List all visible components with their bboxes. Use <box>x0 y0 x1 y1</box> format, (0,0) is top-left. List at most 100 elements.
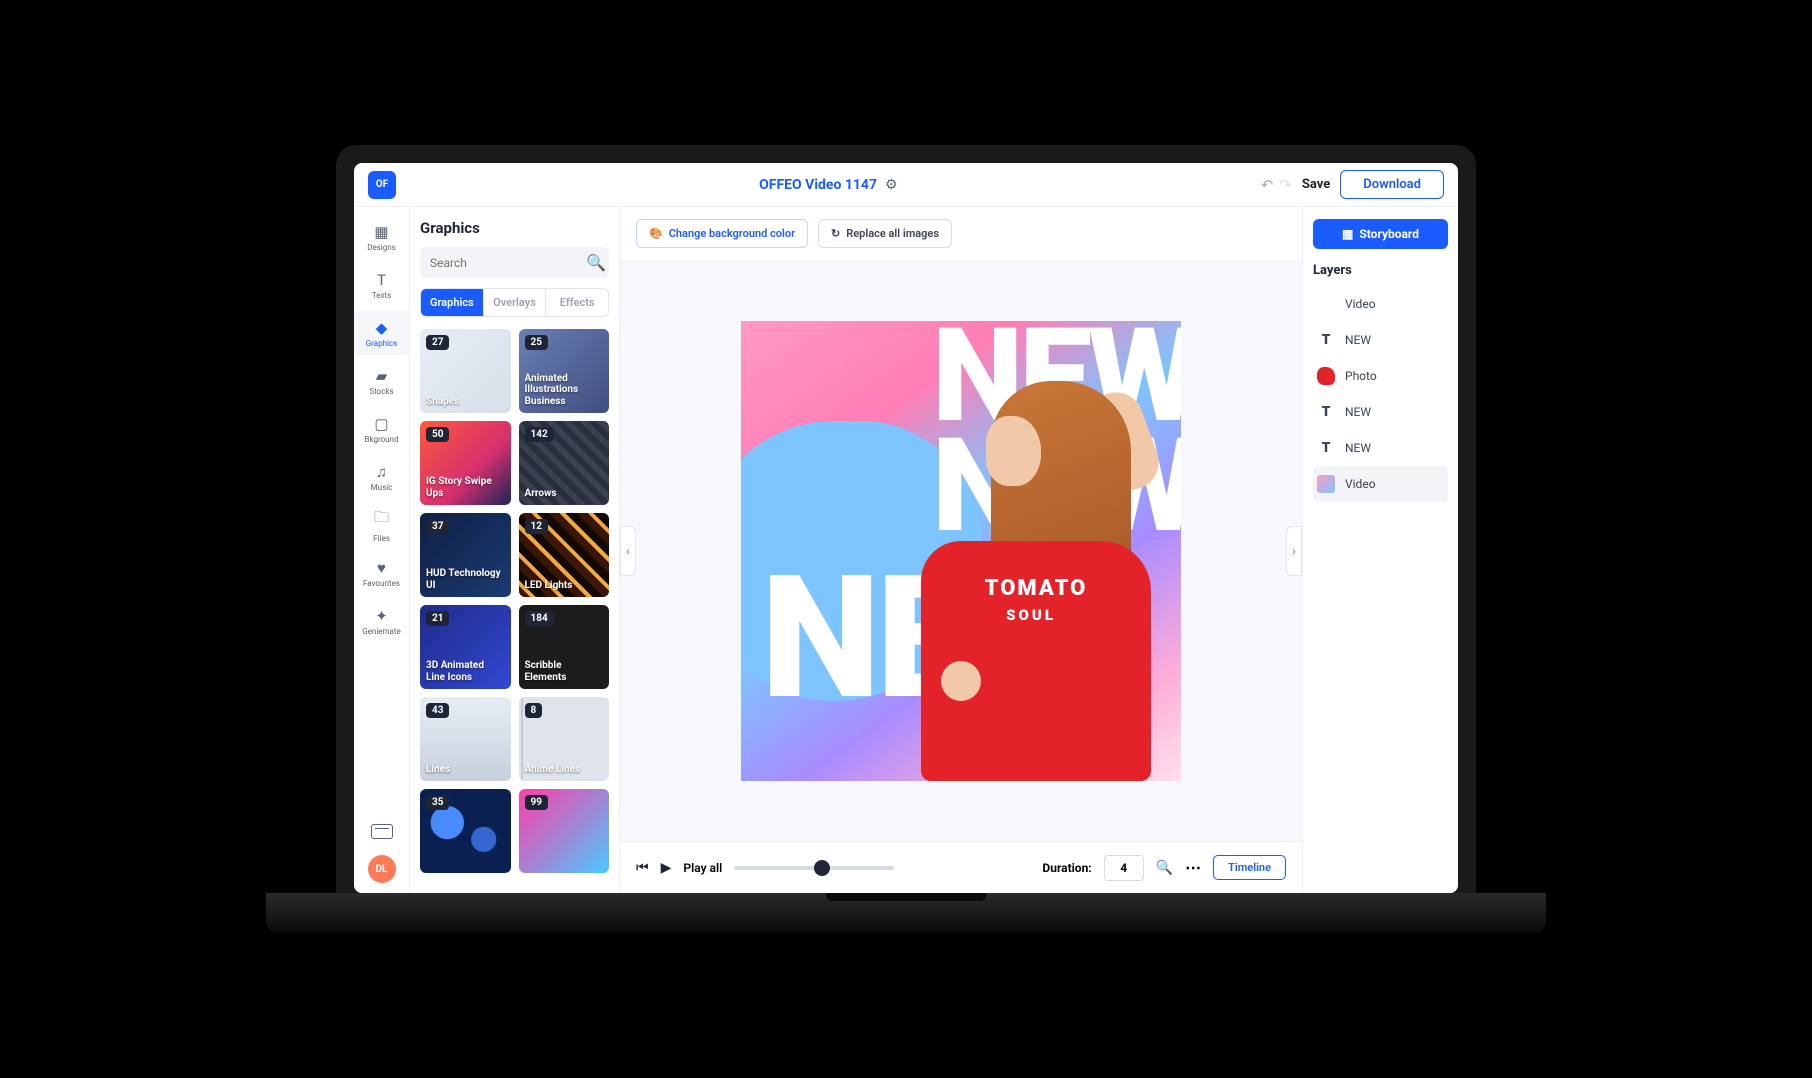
graphics-card[interactable]: 27Shapes <box>420 329 511 413</box>
redo-icon[interactable]: ↷ <box>1279 176 1292 194</box>
graphics-card[interactable]: 50IG Story Swipe Ups <box>420 421 511 505</box>
skip-back-icon[interactable]: ⏮ <box>636 860 649 876</box>
rail-designs[interactable]: ▦Designs <box>354 215 410 259</box>
graphics-card[interactable]: 21 3D Animated Line Icons <box>420 605 511 689</box>
card-label: 3D Animated Line Icons <box>426 660 505 683</box>
card-count: 35 <box>426 795 449 810</box>
refresh-icon: ↻ <box>831 227 840 240</box>
storyboard-button[interactable]: ▦Storyboard <box>1313 219 1448 249</box>
music-icon: ♫ <box>376 463 387 481</box>
rail-stocks[interactable]: ▰Stocks <box>354 359 410 403</box>
layer-name: Video <box>1345 477 1376 491</box>
duration-input[interactable] <box>1104 855 1144 881</box>
right-panel: ▦Storyboard Layers VideoTNEWPhotoTNEWTNE… <box>1302 207 1458 893</box>
left-rail: ▦DesignsTTexts◆Graphics▰Stocks▢Bkground♫… <box>354 207 410 893</box>
text-icon: T <box>1317 439 1335 457</box>
layer-item[interactable]: Video <box>1313 466 1448 502</box>
project-title[interactable]: OFFEO Video 1147 <box>759 177 877 193</box>
change-bg-button[interactable]: 🎨Change background color <box>636 219 808 248</box>
storyboard-icon: ▦ <box>1342 227 1353 241</box>
download-button[interactable]: Download <box>1340 170 1444 199</box>
layer-item[interactable]: T NEW <box>1313 430 1448 466</box>
panel-title: Graphics <box>420 219 609 237</box>
play-all-label: Play all <box>683 861 722 875</box>
layer-name: NEW <box>1345 441 1371 455</box>
undo-icon[interactable]: ↶ <box>1261 176 1274 194</box>
user-avatar[interactable]: DL <box>368 855 396 883</box>
prev-scene-button[interactable]: ‹ <box>620 526 636 576</box>
layer-name: Photo <box>1345 369 1377 383</box>
rail-files[interactable]: 🗀Files <box>354 503 410 547</box>
timeline-button[interactable]: Timeline <box>1213 855 1286 880</box>
designs-icon: ▦ <box>374 223 388 241</box>
replace-images-button[interactable]: ↻Replace all images <box>818 219 952 248</box>
stocks-icon: ▰ <box>376 367 388 385</box>
text-icon: T <box>1317 331 1335 349</box>
layer-item[interactable]: Photo <box>1313 358 1448 394</box>
card-count: 21 <box>426 611 449 626</box>
graphics-card[interactable]: 8 Anime Lines <box>519 697 610 781</box>
texts-icon: T <box>377 271 386 289</box>
card-count: 43 <box>426 703 449 718</box>
card-count: 8 <box>525 703 543 718</box>
graphics-card[interactable]: 43Lines <box>420 697 511 781</box>
graphics-card[interactable]: 35 <box>420 789 511 873</box>
card-label: HUD Technology UI <box>426 568 505 591</box>
rail-music[interactable]: ♫Music <box>354 455 410 499</box>
save-button[interactable]: Save <box>1302 177 1330 192</box>
next-scene-button[interactable]: › <box>1286 526 1302 576</box>
playback-bar: ⏮ ▶ Play all Duration: 🔍 ⋯ Timeline <box>620 841 1302 893</box>
graphics-card[interactable]: 37HUD Technology UI <box>420 513 511 597</box>
card-count: 27 <box>426 335 449 350</box>
graphics-panel: Graphics 🔍 Graphics Overlays Effects 27S… <box>410 207 620 893</box>
card-count: 142 <box>525 427 554 442</box>
card-label: Scribble Elements <box>525 660 604 683</box>
tab-graphics[interactable]: Graphics <box>421 289 484 316</box>
duration-label: Duration: <box>1042 861 1091 875</box>
gear-icon[interactable]: ⚙ <box>885 177 898 193</box>
rail-graphics[interactable]: ◆Graphics <box>354 311 410 355</box>
search-field[interactable] <box>430 256 586 270</box>
play-icon[interactable]: ▶ <box>661 860 672 876</box>
rail-texts[interactable]: TTexts <box>354 263 410 307</box>
search-input[interactable]: 🔍 <box>420 247 609 278</box>
palette-icon: 🎨 <box>649 227 663 240</box>
layer-item[interactable]: TNEW <box>1313 394 1448 430</box>
card-count: 50 <box>426 427 449 442</box>
graphics-card[interactable]: 99 <box>519 789 610 873</box>
canvas-photo[interactable]: SOUL <box>891 381 1151 781</box>
search-icon[interactable]: 🔍 <box>586 253 606 272</box>
layer-item[interactable]: TNEW <box>1313 322 1448 358</box>
card-count: 99 <box>525 795 548 810</box>
rail-bkground[interactable]: ▢Bkground <box>354 407 410 451</box>
graphics-card[interactable]: 25Animated Illustrations Business <box>519 329 610 413</box>
canvas[interactable]: NEW NEW NEW SOUL <box>741 321 1181 781</box>
layer-name: Video <box>1345 297 1376 311</box>
card-label: Animated Illustrations Business <box>525 373 604 408</box>
layers-title: Layers <box>1313 263 1448 278</box>
rail-favourites[interactable]: ♥Favourites <box>354 551 410 595</box>
graphics-card[interactable]: 184 Scribble Elements <box>519 605 610 689</box>
bkground-icon: ▢ <box>374 415 388 433</box>
graphics-icon: ◆ <box>376 319 388 337</box>
card-count: 184 <box>525 611 554 626</box>
zoom-icon[interactable]: 🔍 <box>1156 860 1173 876</box>
favourites-icon: ♥ <box>377 559 386 577</box>
card-label: Anime Lines <box>525 764 604 776</box>
keyboard-icon[interactable] <box>371 824 393 839</box>
files-icon: 🗀 <box>374 507 389 532</box>
tab-overlays[interactable]: Overlays <box>484 289 547 316</box>
app-logo[interactable]: OF <box>368 171 396 199</box>
top-bar: OF OFFEO Video 1147 ⚙ ↶ ↷ Save Download <box>354 163 1458 207</box>
video-thumb <box>1317 475 1335 493</box>
graphics-card[interactable]: 142 Arrows <box>519 421 610 505</box>
rail-geniemate[interactable]: ✦Geniemate <box>354 599 410 643</box>
tab-effects[interactable]: Effects <box>546 289 608 316</box>
graphics-card[interactable]: 12LED Lights <box>519 513 610 597</box>
panel-tabs: Graphics Overlays Effects <box>420 288 609 317</box>
scrubber[interactable] <box>734 866 894 870</box>
card-label: Arrows <box>525 488 604 500</box>
layer-item[interactable]: Video <box>1313 286 1448 322</box>
geniemate-icon: ✦ <box>375 607 388 625</box>
more-icon[interactable]: ⋯ <box>1185 858 1201 877</box>
